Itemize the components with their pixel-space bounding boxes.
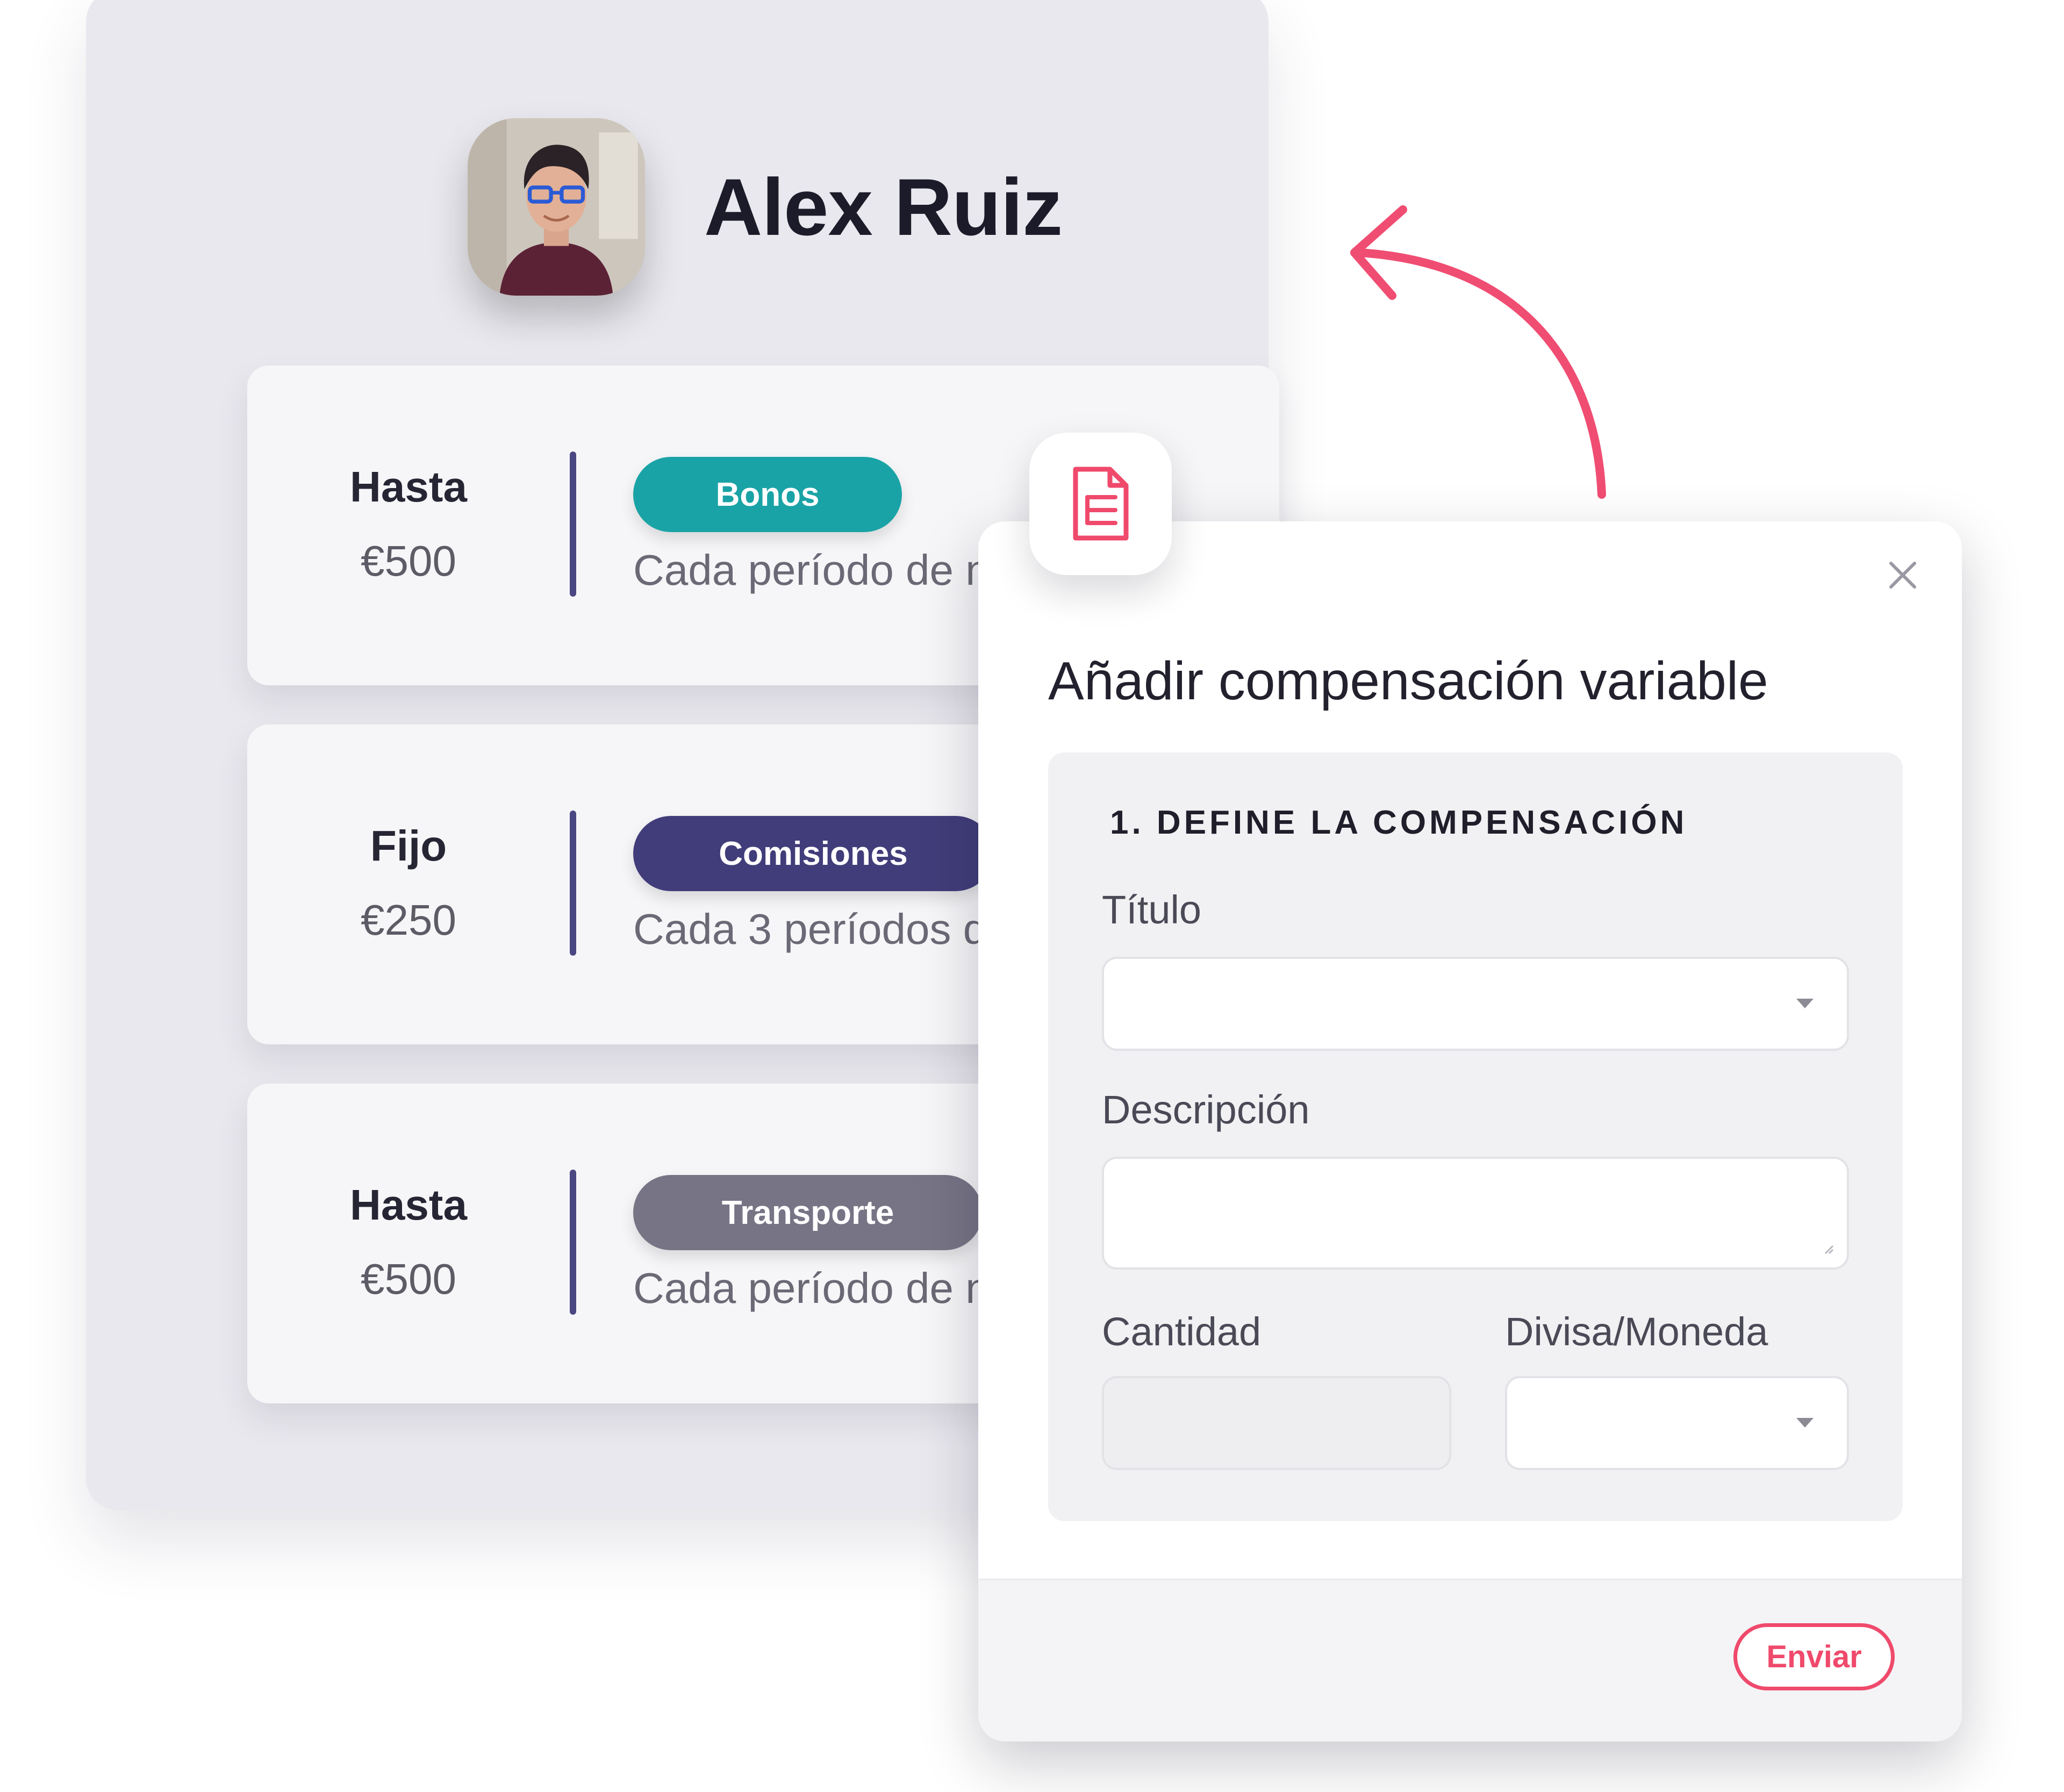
chevron-down-icon [1796, 998, 1814, 1008]
document-tile [1029, 433, 1172, 575]
employee-avatar [468, 118, 645, 296]
compensation-amount-block: Hasta €500 [247, 365, 570, 685]
titulo-label: Título [1102, 887, 1202, 932]
curved-arrow-icon [1350, 205, 1606, 499]
cantidad-label: Cantidad [1102, 1309, 1262, 1354]
titulo-select[interactable] [1102, 957, 1849, 1051]
modal-footer: Enviar [978, 1579, 1962, 1741]
compensation-kind: Hasta [350, 1181, 467, 1229]
document-list-icon [1073, 467, 1128, 540]
compensation-amount-block: Hasta €500 [247, 1084, 570, 1403]
modal-title: Añadir compensación variable [1048, 651, 1768, 711]
compensation-amount: €500 [361, 537, 456, 585]
compensation-type-badge: Transporte [633, 1175, 983, 1250]
send-button[interactable]: Enviar [1733, 1623, 1895, 1690]
section-heading: 1. DEFINE LA COMPENSACIÓN [1110, 804, 1688, 841]
compensation-type-badge: Comisiones [633, 816, 993, 891]
divisa-select[interactable] [1505, 1376, 1849, 1470]
compensation-amount: €500 [361, 1255, 456, 1303]
avatar-photo [468, 118, 645, 296]
compensation-divider [570, 1170, 576, 1315]
employee-name: Alex Ruiz [704, 161, 1063, 252]
compensation-kind: Hasta [350, 463, 467, 511]
divisa-label: Divisa/Moneda [1505, 1309, 1768, 1354]
employee-profile: Alex Ruiz [468, 118, 1063, 296]
compensation-kind: Fijo [370, 822, 447, 870]
compensation-amount-block: Fijo €250 [247, 725, 570, 1044]
close-button[interactable] [1876, 548, 1930, 602]
define-compensation-section: 1. DEFINE LA COMPENSACIÓN Título Descrip… [1048, 752, 1903, 1521]
descripcion-label: Descripción [1102, 1087, 1310, 1132]
descripcion-textarea[interactable] [1102, 1157, 1849, 1270]
close-icon [1889, 562, 1916, 589]
compensation-type-badge: Bonos [633, 457, 902, 532]
resize-grip-icon[interactable] [1822, 1243, 1834, 1255]
add-variable-compensation-modal: Añadir compensación variable 1. DEFINE L… [978, 521, 1962, 1741]
compensation-divider [570, 451, 576, 597]
cantidad-input[interactable] [1102, 1376, 1451, 1470]
compensation-amount: €250 [361, 896, 456, 944]
compensation-divider [570, 811, 576, 956]
chevron-down-icon [1796, 1417, 1814, 1428]
